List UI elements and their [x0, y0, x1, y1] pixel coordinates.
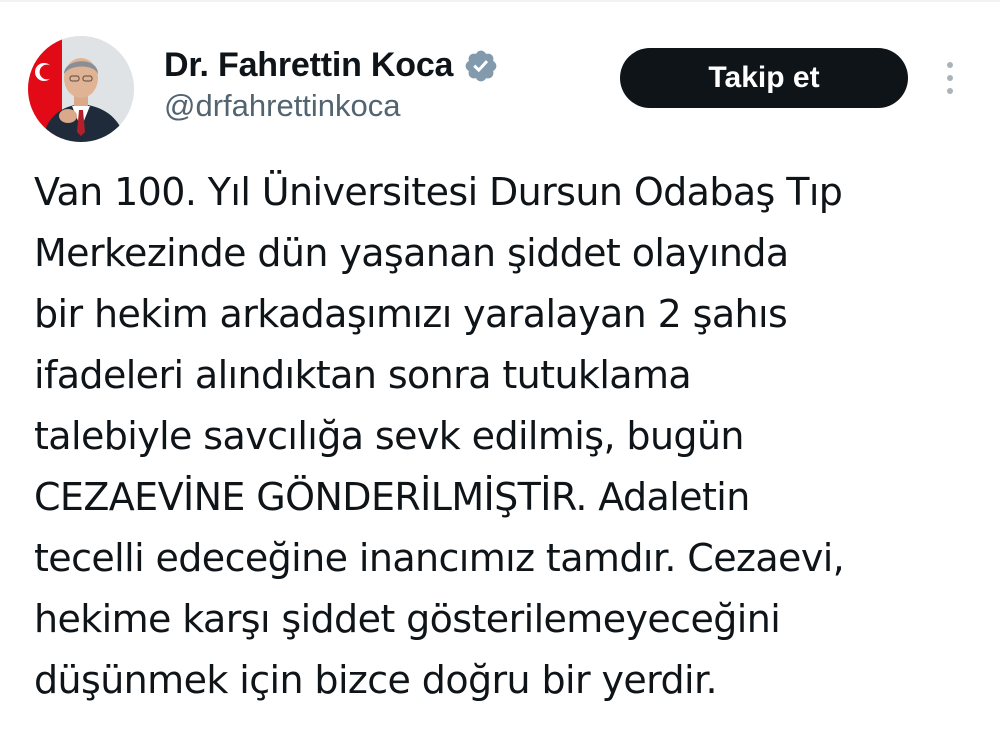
- tweet-text: Van 100. Yıl Üniversitesi Dursun Odabaş …: [34, 162, 974, 711]
- tweet: Dr. Fahrettin Koca @drfahrettinkoca Taki…: [0, 0, 1000, 745]
- tweet-text-line: düşünmek için bizce doğru bir yerdir.: [34, 658, 718, 702]
- tweet-text-line: bir hekim arkadaşımızı yaralayan 2 şahıs: [34, 292, 788, 336]
- more-vertical-icon-dot: [947, 75, 953, 81]
- tweet-text-line: ifadeleri alındıktan sonra tutuklama: [34, 353, 692, 397]
- author-name-row: Dr. Fahrettin Koca: [164, 40, 499, 90]
- profile-avatar[interactable]: [28, 36, 134, 142]
- author-display-name[interactable]: Dr. Fahrettin Koca: [164, 46, 453, 85]
- more-options-button[interactable]: [936, 54, 964, 102]
- tweet-text-line: Van 100. Yıl Üniversitesi Dursun Odabaş …: [34, 170, 843, 214]
- tweet-text-line: tecelli edeceğine inancımız tamdır. Ceza…: [34, 536, 845, 580]
- more-vertical-icon: [947, 62, 953, 68]
- verified-badge-icon: [463, 48, 499, 84]
- tweet-text-line: talebiyle savcılığa sevk edilmiş, bugün: [34, 414, 745, 458]
- tweet-text-line: hekime karşı şiddet gösterilemeyeceğini: [34, 597, 781, 641]
- tweet-text-line: CEZAEVİNE GÖNDERİLMİŞTİR. Adaletin: [34, 475, 750, 519]
- tweet-text-line: Merkezinde dün yaşanan şiddet olayında: [34, 231, 789, 275]
- more-vertical-icon-dot: [947, 88, 953, 94]
- follow-button[interactable]: Takip et: [620, 48, 908, 108]
- avatar-image: [28, 36, 134, 142]
- author-handle[interactable]: @drfahrettinkoca: [164, 88, 401, 124]
